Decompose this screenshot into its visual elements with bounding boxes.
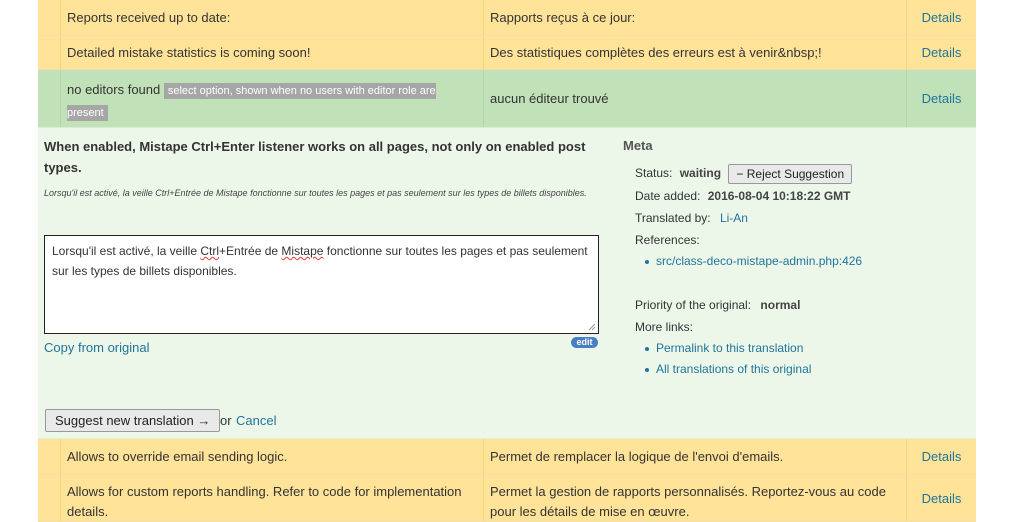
meta-more-links-label: More links: bbox=[635, 320, 694, 334]
translation-textarea[interactable]: Lorsqu'il est activé, la veille Ctrl+Ent… bbox=[44, 235, 599, 334]
translation-cell: Rapports reçus à ce jour: bbox=[484, 0, 907, 35]
details-link[interactable]: Details bbox=[922, 449, 962, 464]
textarea-text: Lorsqu'il est activé, la veille bbox=[52, 244, 201, 258]
meta-status: Status: waiting − Reject Suggestion bbox=[623, 161, 963, 185]
meta-priority: Priority of the original: normal bbox=[623, 294, 963, 316]
details-link[interactable]: Details bbox=[922, 91, 962, 106]
table-row-selected[interactable]: no editors found select option, shown wh… bbox=[38, 70, 976, 128]
spellcheck-word: Ctrl bbox=[200, 244, 220, 258]
meta-translator: Translated by: Li-An bbox=[623, 207, 963, 229]
reference-link[interactable]: src/class-deco-mistape-admin.php:426 bbox=[656, 254, 862, 268]
original-cell: no editors found select option, shown wh… bbox=[61, 70, 484, 127]
translated-by-label: Translated by: bbox=[635, 211, 711, 225]
reject-suggestion-button[interactable]: − Reject Suggestion bbox=[728, 163, 853, 184]
meta-panel: Meta Status: waiting − Reject Suggestion… bbox=[623, 138, 963, 380]
references-list: src/class-deco-mistape-admin.php:426 bbox=[623, 251, 963, 272]
original-cell: Reports received up to date: bbox=[61, 0, 484, 35]
date-label: Date added: bbox=[635, 189, 701, 203]
translation-cell: Permet de remplacer la logique de l'envo… bbox=[484, 439, 907, 474]
original-string: When enabled, Mistape Ctrl+Enter listene… bbox=[44, 139, 586, 175]
row-checkbox-cell bbox=[38, 439, 61, 474]
translation-cell: Des statistiques complètes des erreurs e… bbox=[484, 36, 907, 69]
edit-icon[interactable]: edit bbox=[571, 337, 598, 348]
status-value: waiting bbox=[679, 166, 722, 180]
original-cell: Allows for custom reports handling. Refe… bbox=[61, 475, 484, 521]
row-checkbox-cell bbox=[38, 0, 61, 35]
current-translation-preview: Lorsqu'il est activé, la veille Ctrl+Ent… bbox=[44, 188, 587, 198]
meta-date: Date added: 2016-08-04 10:18:22 GMT bbox=[623, 185, 963, 207]
table-row[interactable]: Detailed mistake statistics is coming so… bbox=[38, 36, 976, 70]
suggest-translation-button[interactable]: Suggest new translation → bbox=[45, 409, 221, 432]
priority-label: Priority of the original: bbox=[635, 298, 752, 312]
textarea-text: +Entrée de bbox=[219, 244, 282, 258]
more-links-list: Permalink to this translation All transl… bbox=[623, 338, 963, 380]
row-checkbox-cell bbox=[38, 70, 61, 127]
all-translations-link[interactable]: All translations of this original bbox=[656, 362, 811, 376]
meta-title: Meta bbox=[623, 138, 653, 153]
priority-value: normal bbox=[760, 298, 801, 312]
details-link[interactable]: Details bbox=[922, 491, 962, 506]
original-cell: Detailed mistake statistics is coming so… bbox=[61, 36, 484, 69]
translation-cell: Permet la gestion de rapports personnali… bbox=[484, 475, 907, 521]
table-row[interactable]: Allows to override email sending logic. … bbox=[38, 439, 976, 475]
date-value: 2016-08-04 10:18:22 GMT bbox=[707, 189, 851, 203]
row-checkbox-cell bbox=[38, 36, 61, 69]
translation-table: Reports received up to date: Rapports re… bbox=[38, 0, 976, 522]
status-label: Status: bbox=[635, 166, 673, 180]
or-text: or bbox=[220, 413, 232, 428]
translator-link[interactable]: Li-An bbox=[720, 211, 748, 225]
copy-from-original-link[interactable]: Copy from original bbox=[44, 340, 150, 355]
permalink-link[interactable]: Permalink to this translation bbox=[656, 341, 803, 355]
original-cell: Allows to override email sending logic. bbox=[61, 439, 484, 474]
cancel-link[interactable]: Cancel bbox=[236, 413, 276, 428]
row-checkbox-cell bbox=[38, 475, 61, 521]
spellcheck-word: Mistape bbox=[281, 244, 324, 258]
table-row[interactable]: Reports received up to date: Rapports re… bbox=[38, 0, 976, 36]
details-link[interactable]: Details bbox=[922, 45, 962, 60]
translation-cell: aucun éditeur trouvé bbox=[484, 70, 907, 127]
editor-left-pane: When enabled, Mistape Ctrl+Enter listene… bbox=[44, 136, 600, 204]
meta-references-label: References: bbox=[635, 233, 700, 247]
details-link[interactable]: Details bbox=[922, 10, 962, 25]
translation-editor: When enabled, Mistape Ctrl+Enter listene… bbox=[38, 128, 976, 439]
resize-handle-icon[interactable] bbox=[588, 323, 596, 331]
original-text: no editors found bbox=[67, 82, 161, 97]
